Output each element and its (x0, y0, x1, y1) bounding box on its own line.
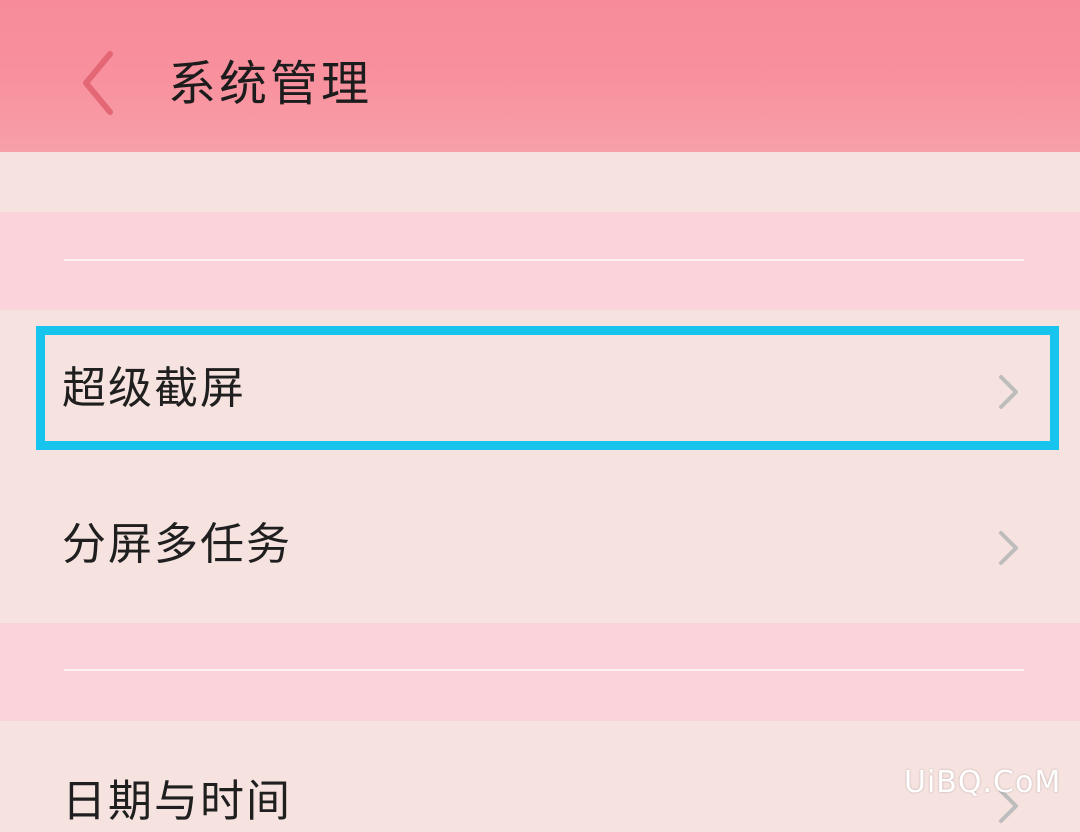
watermark: UiBQ.CoM (904, 765, 1062, 800)
list-item-split-screen[interactable]: 分屏多任务 (0, 468, 1080, 624)
page-title: 系统管理 (168, 56, 373, 112)
chevron-right-icon (999, 531, 1018, 565)
divider (64, 669, 1024, 671)
list-item-label: 分屏多任务 (62, 519, 292, 570)
back-button[interactable] (70, 48, 130, 118)
section-separator (0, 623, 1080, 721)
list-item-partial[interactable] (0, 152, 1080, 212)
section-separator (0, 212, 1080, 310)
highlight-box (36, 326, 1059, 450)
divider (64, 259, 1024, 261)
list-item-label: 日期与时间 (62, 776, 292, 827)
app-header: 系统管理 (0, 0, 1080, 152)
chevron-left-icon (83, 51, 113, 115)
